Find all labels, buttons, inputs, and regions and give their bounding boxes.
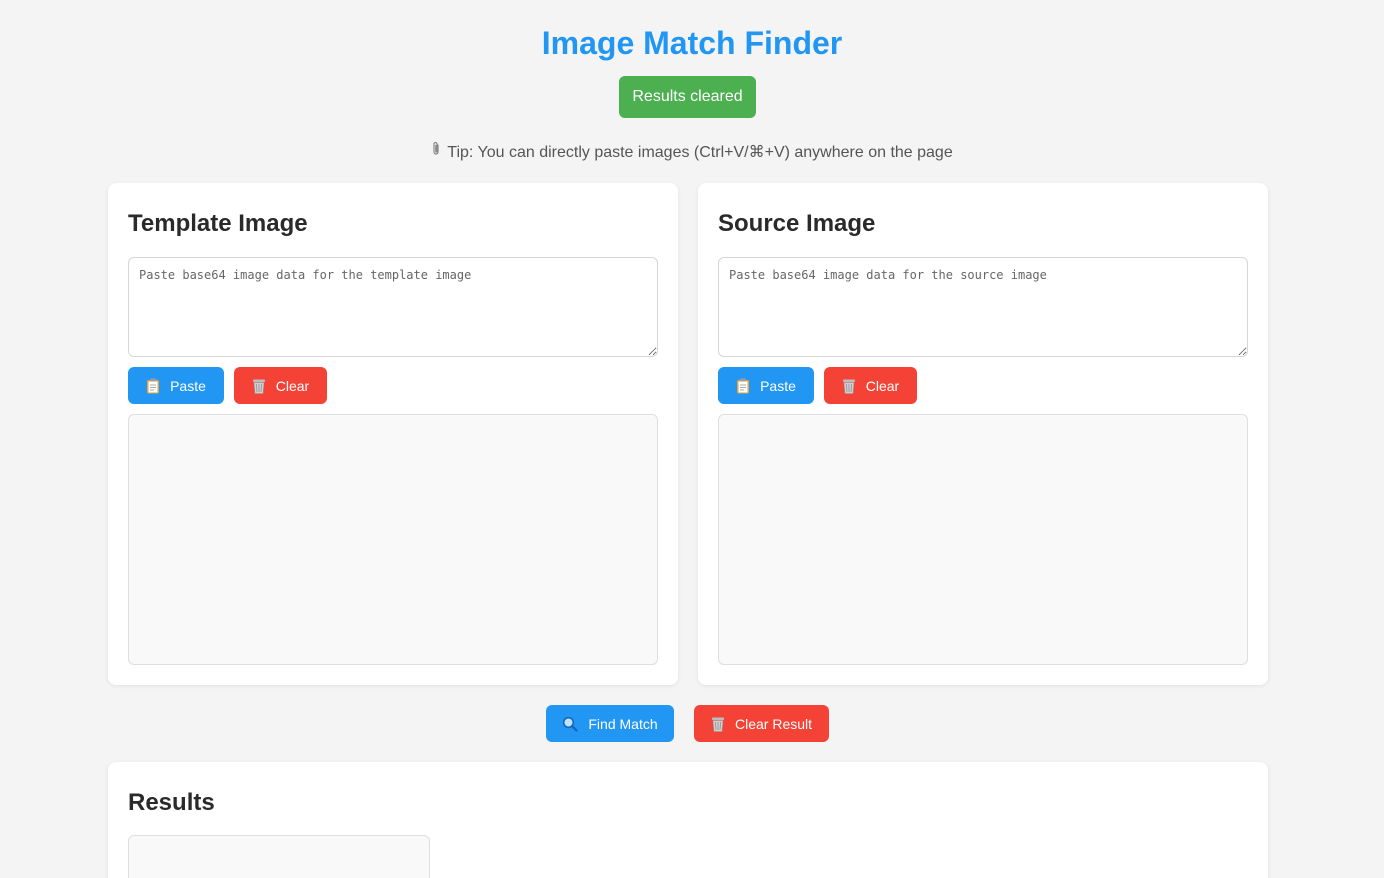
template-paste-label: Paste (170, 377, 206, 394)
trash-icon (252, 378, 266, 394)
trash-icon (842, 378, 856, 394)
template-clear-label: Clear (275, 377, 310, 394)
template-preview-area[interactable] (128, 414, 658, 665)
source-base64-input[interactable] (718, 257, 1248, 357)
results-heading: Results (128, 789, 215, 816)
clear-result-button[interactable]: Clear Result (694, 705, 829, 742)
trash-icon (711, 716, 725, 732)
paste-tip: Tip: You can directly paste images (Ctrl… (0, 141, 1384, 164)
clipboard-icon (736, 378, 750, 394)
source-preview-area[interactable] (718, 414, 1248, 665)
source-paste-label: Paste (760, 377, 796, 394)
magnifier-icon (562, 716, 578, 732)
template-clear-button[interactable]: Clear (234, 367, 327, 404)
source-heading: Source Image (718, 210, 876, 237)
template-heading: Template Image (128, 210, 308, 237)
tip-text: Tip: You can directly paste images (Ctrl… (447, 144, 953, 161)
template-base64-input[interactable] (128, 257, 658, 357)
result-preview-area (128, 835, 430, 878)
paperclip-icon (431, 141, 441, 163)
template-paste-button[interactable]: Paste (128, 367, 224, 404)
page: Image Match Finder Results cleared Tip: … (0, 0, 1384, 878)
status-toast: Results cleared (619, 76, 756, 118)
clear-result-label: Clear Result (734, 715, 813, 732)
page-title: Image Match Finder (541, 25, 843, 61)
source-image-card: Source Image Paste base64 image data for… (698, 183, 1268, 685)
source-clear-label: Clear (865, 377, 900, 394)
template-image-card: Template Image Paste base64 image data f… (108, 183, 678, 685)
find-match-label: Find Match (588, 715, 658, 732)
results-card: Results (108, 762, 1268, 878)
source-clear-button[interactable]: Clear (824, 367, 917, 404)
source-paste-button[interactable]: Paste (718, 367, 814, 404)
clipboard-icon (146, 378, 160, 394)
find-match-button[interactable]: Find Match (546, 705, 674, 742)
